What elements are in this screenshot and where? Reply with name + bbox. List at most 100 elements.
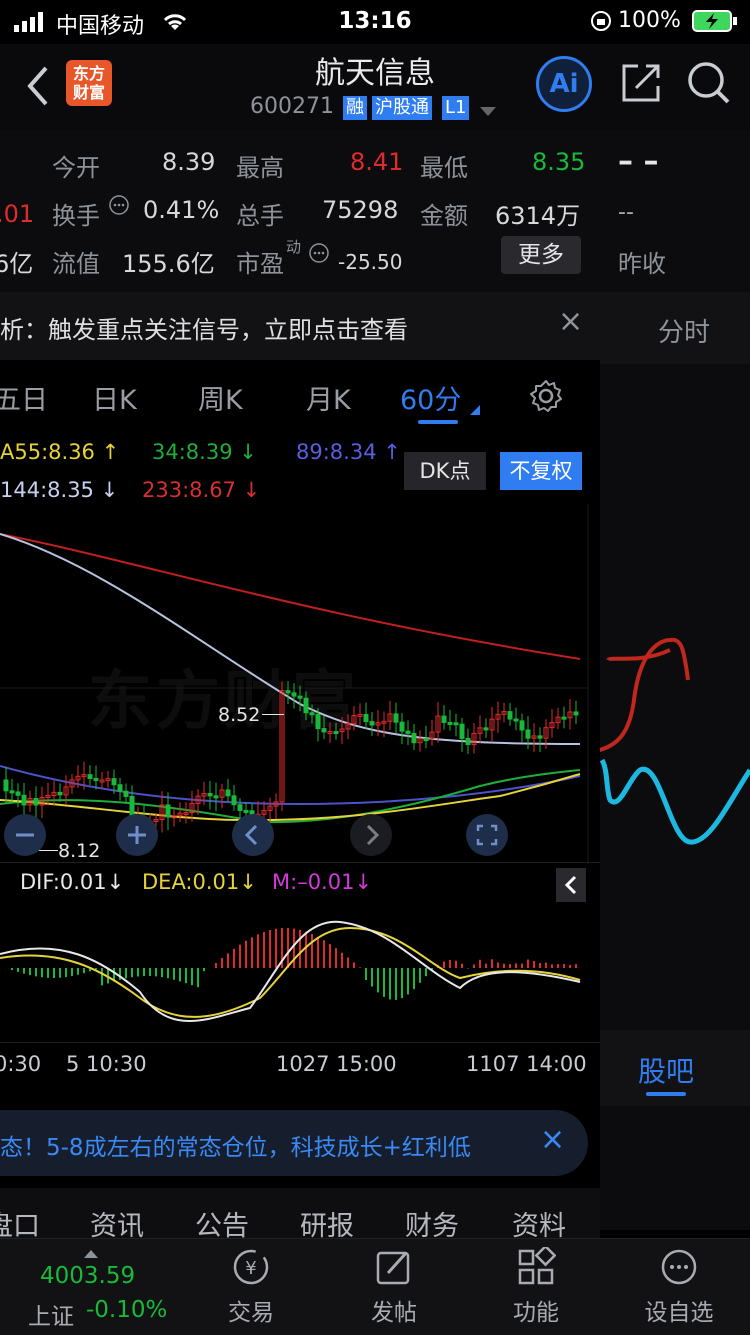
max-price-arrow: [262, 714, 284, 715]
adjust-mode-button[interactable]: 不复权: [500, 452, 582, 490]
candle: [334, 732, 338, 734]
low-label: 最低: [420, 148, 468, 183]
candle: [214, 796, 218, 798]
badge-connect: 沪股通: [372, 96, 432, 120]
macd-dea-label: DEA:0.01↓: [142, 870, 257, 894]
scroll-right-button[interactable]: [350, 814, 392, 856]
badge-margin: 融: [343, 96, 367, 120]
tab-60min-dropdown-icon[interactable]: [470, 400, 480, 419]
active-tab-indicator: [418, 420, 458, 424]
candle: [88, 775, 92, 779]
candlestick-plot: [0, 504, 600, 864]
tab-timeshare[interactable]: 分时: [658, 312, 710, 349]
ma-233-label: 233:8.67 ↓: [142, 478, 260, 502]
chevron-down-icon[interactable]: [480, 102, 496, 121]
news-close-button[interactable]: ×: [540, 1122, 565, 1157]
candle: [208, 793, 212, 795]
low-value: 8.35: [532, 148, 585, 176]
ma-89-label: 89:8.34 ↑: [296, 440, 401, 464]
index-ticker[interactable]: 4003.59 上证 -0.10%: [10, 1239, 160, 1335]
candle: [526, 730, 530, 738]
info-icon[interactable]: [108, 194, 130, 220]
candle: [22, 795, 26, 805]
max-price-label: 8.52: [218, 704, 260, 726]
signal-close-button[interactable]: ×: [558, 304, 583, 339]
collapse-indicator-button[interactable]: [556, 868, 586, 902]
nav-trade[interactable]: ¥ 交易: [176, 1239, 326, 1335]
search-icon[interactable]: [686, 60, 732, 110]
candle: [316, 714, 320, 728]
tab-guba[interactable]: 股吧: [638, 1050, 694, 1090]
open-label: 今开: [52, 148, 100, 183]
bottom-toolbar: 4003.59 上证 -0.10% ¥ 交易 发帖 功能 设自选: [0, 1238, 750, 1335]
candle: [562, 717, 566, 719]
dk-point-button[interactable]: DK点: [404, 452, 486, 490]
candle: [94, 778, 98, 780]
volume-label: 总手: [236, 196, 284, 231]
news-banner[interactable]: 态！5-8成左右的常态仓位，科技成长+红利低 ×: [0, 1110, 588, 1176]
candle: [466, 738, 470, 744]
prev-close-value: – –: [618, 144, 658, 179]
tab-daily[interactable]: 日K: [92, 378, 137, 417]
x-label-4: 1107 14:00: [466, 1052, 587, 1076]
candle: [424, 739, 428, 741]
tab-weekly[interactable]: 周K: [198, 378, 243, 417]
open-value: 8.39: [162, 148, 215, 176]
candle: [520, 721, 524, 730]
more-dots-icon: [659, 1247, 699, 1287]
kline-chart[interactable]: A55:8.36 ↑ 34:8.39 ↓ 89:8.34 ↑ 144:8.35 …: [0, 432, 600, 1102]
news-text: 态！5-8成左右的常态仓位，科技成长+红利低: [0, 1128, 530, 1162]
candle: [364, 714, 368, 721]
candle: [310, 713, 314, 715]
tab-60min[interactable]: 60分: [400, 378, 461, 417]
pe-sup: 动: [286, 236, 301, 257]
candle: [244, 810, 248, 812]
signal-banner[interactable]: 析：触发重点关注信号，立即点击查看 ×: [0, 292, 600, 360]
ai-button[interactable]: Ai: [536, 56, 592, 112]
float-cap-value: 155.6亿: [122, 244, 215, 279]
x-label-2: 5 10:30: [66, 1052, 147, 1076]
amount-value: 6314万: [495, 196, 580, 231]
settings-gear-icon[interactable]: [528, 378, 564, 418]
grid-icon: [516, 1247, 556, 1287]
nav-functions-label: 功能: [461, 1293, 611, 1327]
candle: [112, 779, 116, 785]
pe-info-icon[interactable]: [308, 242, 330, 268]
divider: [0, 1042, 600, 1043]
fullscreen-button[interactable]: [466, 814, 508, 856]
ma-233-line: [0, 534, 580, 659]
battery-percent: 100%: [618, 8, 681, 33]
nav-functions[interactable]: 功能: [461, 1239, 611, 1335]
nav-post[interactable]: 发帖: [319, 1239, 469, 1335]
share-icon[interactable]: [620, 62, 662, 108]
tab-monthly[interactable]: 月K: [306, 378, 351, 417]
candle: [124, 791, 128, 796]
candle: [460, 724, 464, 738]
candle: [538, 736, 542, 738]
zoom-in-button[interactable]: [116, 814, 158, 856]
candle: [226, 790, 230, 796]
more-button[interactable]: 更多: [501, 236, 581, 274]
macd-plot: [0, 908, 600, 1038]
ma-55-label: A55:8.36 ↑: [0, 440, 119, 464]
partial-cap: 6亿: [0, 244, 33, 279]
high-value: 8.41: [350, 148, 403, 176]
badge-level: L1: [442, 96, 469, 120]
scroll-left-button[interactable]: [232, 814, 274, 856]
candle: [448, 722, 452, 724]
drawn-annotation: [600, 620, 750, 860]
pe-label: 市盈: [236, 244, 284, 279]
candle: [298, 696, 302, 698]
nav-add-watchlist[interactable]: 设自选: [604, 1239, 750, 1335]
x-label-3: 1027 15:00: [276, 1052, 397, 1076]
candle: [394, 714, 398, 722]
volume-value: 75298: [322, 196, 398, 224]
tab-5day[interactable]: 五日: [0, 378, 48, 417]
candle: [292, 693, 296, 696]
compose-icon: [374, 1247, 414, 1287]
candle: [238, 805, 242, 811]
candle: [10, 791, 14, 793]
min-price-label: 8.12: [58, 840, 100, 862]
candle: [322, 729, 326, 732]
zoom-out-button[interactable]: [4, 814, 46, 856]
